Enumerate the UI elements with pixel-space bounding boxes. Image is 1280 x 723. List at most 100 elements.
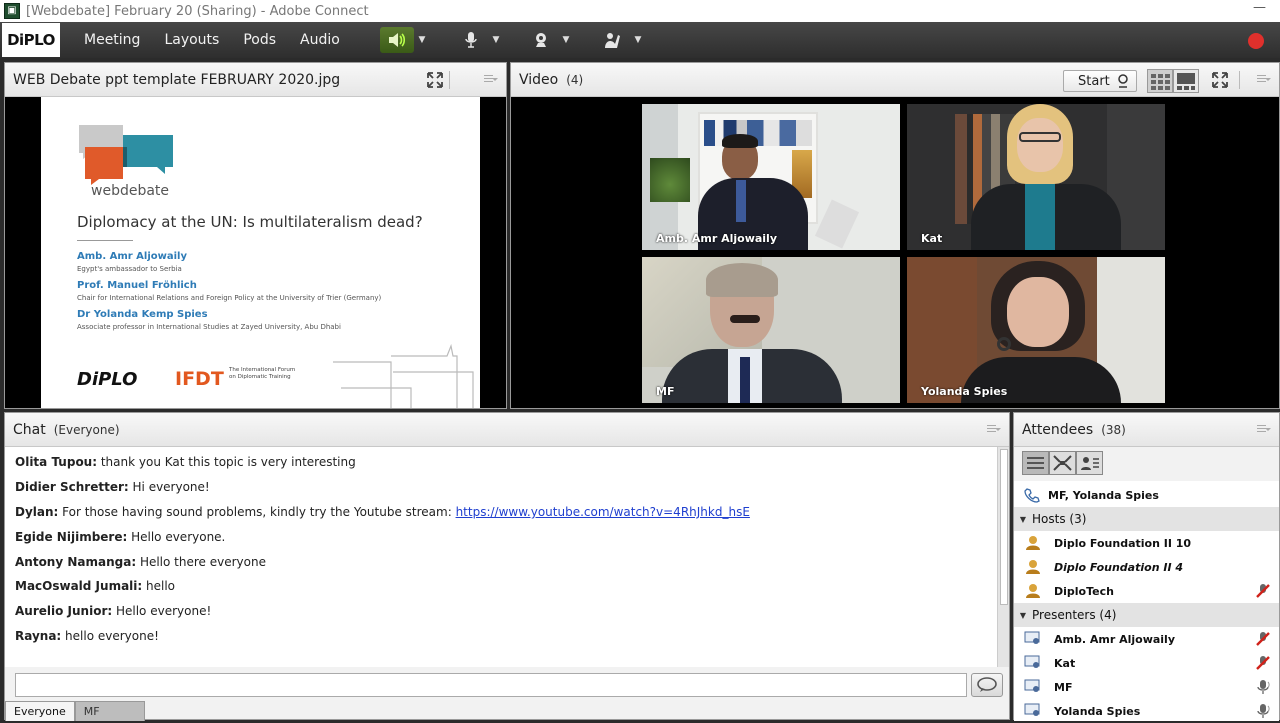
microphone-control: ▼ [454, 27, 504, 53]
attendee-row[interactable]: Diplo Foundation II 10 [1014, 531, 1279, 555]
chat-message: Rayna: hello everyone! [15, 629, 159, 643]
video-tile[interactable]: Yolanda Spies [907, 257, 1165, 403]
video-pod-header: Video (4) Start [511, 63, 1279, 97]
status-view-button[interactable] [1076, 451, 1103, 475]
attendees-pod-menu[interactable] [1257, 425, 1271, 435]
chat-pod-menu[interactable] [987, 425, 1001, 435]
menu-layouts[interactable]: Layouts [164, 32, 219, 48]
webcam-button[interactable] [524, 27, 558, 53]
chat-link[interactable]: https://www.youtube.com/watch?v=4RhJhkd_… [456, 505, 750, 519]
host-icon [1026, 536, 1040, 550]
chat-user: Antony Namanga: [15, 555, 137, 569]
chat-scrollbar[interactable] [997, 447, 1009, 667]
attendees-pod-header: Attendees (38) [1014, 413, 1279, 447]
microphone-prop [814, 199, 860, 249]
chat-user: MacOswald Jumali: [15, 579, 143, 593]
menu-audio[interactable]: Audio [300, 32, 340, 48]
filmstrip-layout-icon [1177, 73, 1195, 90]
window-minimize-button[interactable]: — [1253, 0, 1266, 15]
attendee-name: Yolanda Spies [1054, 704, 1141, 718]
fullscreen-icon[interactable] [426, 71, 444, 89]
webdebate-wordmark: webdebate [91, 183, 170, 199]
chat-user: Olita Tupou: [15, 455, 98, 469]
video-count: (4) [566, 72, 584, 87]
filmstrip-layout-button[interactable] [1173, 69, 1199, 93]
window-titlebar: ▣ [Webdebate] February 20 (Sharing) - Ad… [0, 0, 1280, 22]
video-pod: Video (4) Start Amb. Amr Aljowaily Kat M… [510, 62, 1280, 409]
group-presenters[interactable]: ▼ Presenters (4) [1014, 603, 1279, 627]
chat-text: Hello everyone. [127, 530, 226, 544]
chat-input[interactable] [15, 673, 967, 697]
attendee-row[interactable]: Yolanda Spies [1014, 699, 1279, 723]
microphone-muted-icon [1256, 656, 1270, 670]
start-label: Start [1078, 73, 1110, 89]
menu-pods[interactable]: Pods [243, 32, 276, 48]
scrollbar-thumb[interactable] [1000, 449, 1008, 605]
video-tile[interactable]: MF [642, 257, 900, 403]
user-status-icon [1081, 457, 1099, 470]
webcam-options-caret[interactable]: ▼ [558, 27, 574, 53]
speaker-options-caret[interactable]: ▼ [414, 27, 430, 53]
video-pod-title: Video [519, 71, 559, 88]
microphone-button[interactable] [454, 27, 488, 53]
menubar: DiPLO Meeting Layouts Pods Audio ▼ ▼ ▼ ▼ [0, 22, 1280, 58]
attendee-row[interactable]: Kat [1014, 651, 1279, 675]
start-webcam-button[interactable]: Start [1063, 70, 1137, 92]
microphone-icon [465, 32, 477, 48]
attendee-row[interactable]: Diplo Foundation II 4 [1014, 555, 1279, 579]
tab-everyone[interactable]: Everyone [5, 701, 75, 721]
send-message-button[interactable] [971, 673, 1003, 697]
person-top [1025, 184, 1055, 250]
status-options-caret[interactable]: ▼ [630, 27, 646, 53]
attendee-row[interactable]: DiploTech [1014, 579, 1279, 603]
adobe-connect-icon: ▣ [4, 3, 20, 19]
speaking-now-names: MF, Yolanda Spies [1048, 488, 1159, 502]
collapse-triangle-icon[interactable]: ▼ [1014, 611, 1032, 620]
video-tile[interactable]: Kat [907, 104, 1165, 250]
chat-text: Hello everyone! [112, 604, 212, 618]
video-pod-menu[interactable] [1257, 75, 1271, 85]
list-view-button[interactable] [1022, 451, 1049, 475]
speech-bubble-icon [977, 677, 997, 692]
share-pod-menu[interactable] [484, 75, 498, 85]
group-hosts[interactable]: ▼ Hosts (3) [1014, 507, 1279, 531]
microphone-options-caret[interactable]: ▼ [488, 27, 504, 53]
attendee-row[interactable]: MF [1014, 675, 1279, 699]
microphone-active-icon [1257, 704, 1270, 718]
speaker-role: Chair for International Relations and Fo… [77, 294, 382, 302]
video-grid: Amb. Amr Aljowaily Kat MF Yolanda Spies [511, 97, 1279, 408]
fullscreen-icon[interactable] [1211, 71, 1229, 89]
chat-text: hello [142, 579, 176, 593]
chat-text: Hi everyone! [128, 480, 210, 494]
collapse-triangle-icon[interactable]: ▼ [1014, 515, 1032, 524]
recording-indicator[interactable] [1248, 33, 1264, 49]
presenter-icon [1024, 631, 1040, 644]
chat-message: Olita Tupou: thank you Kat this topic is… [15, 455, 356, 469]
video-name-label: Amb. Amr Aljowaily [656, 232, 777, 245]
grid-layout-button[interactable] [1147, 69, 1173, 93]
diplo-slide-logo: DiPLO [77, 369, 138, 390]
menu-meeting[interactable]: Meeting [84, 32, 140, 48]
share-pod: WEB Debate ppt template FEBRUARY 2020.jp… [4, 62, 507, 409]
attendees-count: (38) [1101, 422, 1126, 437]
speaker-control: ▼ [380, 27, 430, 53]
attendee-row[interactable]: Amb. Amr Aljowaily [1014, 627, 1279, 651]
speaker-button[interactable] [380, 27, 414, 53]
diplo-logo: DiPLO [2, 23, 60, 57]
chat-message: Egide Nijimbere: Hello everyone. [15, 530, 225, 544]
chat-pod: Chat (Everyone) Olita Tupou: thank you K… [4, 412, 1010, 721]
speaker-role: Egypt's ambassador to Serbia [77, 265, 182, 273]
raise-hand-button[interactable] [596, 27, 630, 53]
attendee-name: Diplo Foundation II 10 [1054, 536, 1192, 550]
chat-message-list: Olita Tupou: thank you Kat this topic is… [5, 447, 997, 667]
breakout-view-button[interactable] [1049, 451, 1076, 475]
video-name-label: MF [656, 385, 675, 398]
ifdt-subtitle: The International Forum on Diplomatic Tr… [229, 367, 296, 380]
slide-divider [77, 240, 133, 241]
chat-scope: (Everyone) [53, 422, 120, 437]
attendee-name: Kat [1054, 656, 1076, 670]
tab-mf[interactable]: MF [74, 701, 145, 721]
chat-user: Rayna: [15, 629, 62, 643]
video-tile[interactable]: Amb. Amr Aljowaily [642, 104, 900, 250]
chat-tabs: Everyone MF [5, 701, 145, 721]
